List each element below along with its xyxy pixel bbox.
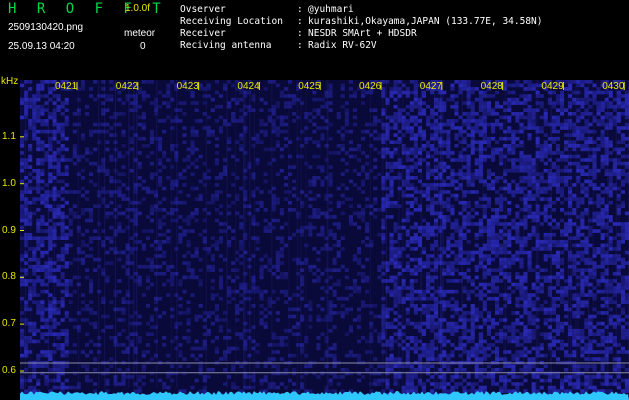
x-tick-label: 0427	[419, 81, 443, 92]
info-key-location: Receiving Location	[180, 16, 283, 27]
noise-stripe	[133, 80, 135, 388]
file-name: 2509130420.png	[8, 22, 84, 33]
y-axis-unit: kHz	[1, 76, 19, 87]
noise-stripe	[442, 80, 444, 388]
capture-datetime: 25.09.13 04:20	[8, 41, 75, 52]
noise-stripe	[386, 80, 387, 388]
noise-stripe	[398, 80, 400, 388]
info-value-receiver: NESDR SMArt + HDSDR	[308, 28, 417, 39]
noise-stripe	[243, 80, 245, 388]
noise-stripe	[607, 80, 609, 388]
noise-stripe	[420, 80, 422, 388]
noise-stripe	[441, 80, 443, 388]
y-tick-label: 0.7	[2, 318, 16, 330]
info-colon: :	[297, 40, 303, 51]
noise-stripe	[382, 80, 384, 388]
noise-stripe	[536, 80, 538, 388]
noise-stripe	[592, 80, 594, 388]
x-tick-label: 0428	[480, 81, 503, 92]
noise-stripe	[226, 80, 228, 388]
noise-stripe	[288, 80, 290, 388]
noise-stripe	[523, 80, 525, 388]
noise-stripe	[326, 80, 328, 388]
noise-stripe	[271, 80, 273, 388]
noise-stripe	[402, 80, 404, 388]
noise-stripe	[461, 80, 463, 388]
x-tick-label: 0423	[176, 81, 199, 92]
noise-stripe	[235, 80, 237, 388]
info-key-antenna: Reciving antenna	[180, 40, 272, 51]
info-colon: :	[297, 16, 303, 27]
info-colon: :	[297, 4, 303, 15]
x-tick-label: 0424	[237, 81, 260, 92]
noise-stripe	[47, 80, 49, 388]
noise-stripe	[170, 80, 172, 388]
noise-stripe	[98, 80, 100, 388]
noise-stripe	[305, 80, 307, 388]
y-tick-label: 1.1	[2, 130, 16, 142]
noise-stripe	[577, 80, 579, 388]
info-colon: :	[297, 28, 303, 39]
noise-stripe	[436, 80, 438, 388]
y-tick-label: 0.9	[2, 224, 16, 236]
noise-stripe	[570, 80, 572, 388]
noise-stripe	[300, 80, 302, 388]
noise-stripe	[296, 80, 298, 388]
noise-stripe	[482, 80, 484, 388]
noise-stripe	[205, 80, 207, 388]
info-value-observer: @yuhmari	[308, 4, 354, 15]
info-key-receiver: Receiver	[180, 28, 226, 39]
x-tick-label: 0422	[115, 81, 139, 92]
meteor-count: 0	[140, 41, 146, 52]
app-version: 1.0.0f	[125, 3, 151, 14]
info-value-location: kurashiki,Okayama,JAPAN (133.77E, 34.58N…	[308, 16, 543, 27]
noise-stripe	[104, 80, 106, 388]
noise-stripe	[77, 80, 79, 388]
noise-stripe	[504, 80, 506, 388]
noise-stripe	[20, 80, 22, 388]
info-key-observer: Ovserver	[180, 4, 226, 15]
noise-stripe	[567, 80, 569, 388]
noise-stripe	[550, 80, 552, 388]
hroft-window: H R O F F T 1.0.0f 2509130420.png 25.09.…	[0, 0, 629, 400]
noise-stripe	[618, 80, 620, 388]
noise-stripe	[615, 80, 617, 388]
x-tick-label: 0429	[541, 81, 564, 92]
x-tick-label: 0421	[55, 81, 78, 92]
noise-stripe	[433, 80, 435, 388]
y-tick-label: 1.0	[2, 177, 16, 189]
x-tick-label: 0425	[298, 81, 321, 92]
noise-stripe	[244, 80, 246, 388]
noise-stripe	[253, 80, 255, 388]
noise-stripe	[128, 80, 130, 388]
meteor-label: meteor	[124, 28, 156, 39]
noise-stripe	[369, 80, 371, 388]
x-tick-label: 0426	[359, 81, 382, 92]
waterfall-spectrogram	[20, 80, 629, 400]
noise-stripe	[115, 80, 116, 388]
noise-stripe	[588, 80, 590, 388]
noise-stripe	[24, 80, 26, 388]
y-tick-label: 0.6	[2, 365, 16, 376]
noise-stripe	[54, 80, 55, 388]
noise-stripe	[156, 80, 158, 388]
noise-stripe	[327, 80, 329, 388]
noise-stripe	[440, 80, 442, 388]
noise-stripe	[575, 80, 577, 388]
noise-stripe	[249, 80, 251, 388]
noise-stripe	[537, 80, 539, 388]
noise-stripe	[30, 80, 32, 388]
noise-stripe	[136, 80, 138, 388]
y-tick-label: 0.8	[2, 271, 16, 283]
noise-stripe	[176, 80, 178, 388]
x-tick-label: 0430	[602, 81, 625, 92]
info-value-antenna: Radix RV-62V	[308, 40, 377, 51]
